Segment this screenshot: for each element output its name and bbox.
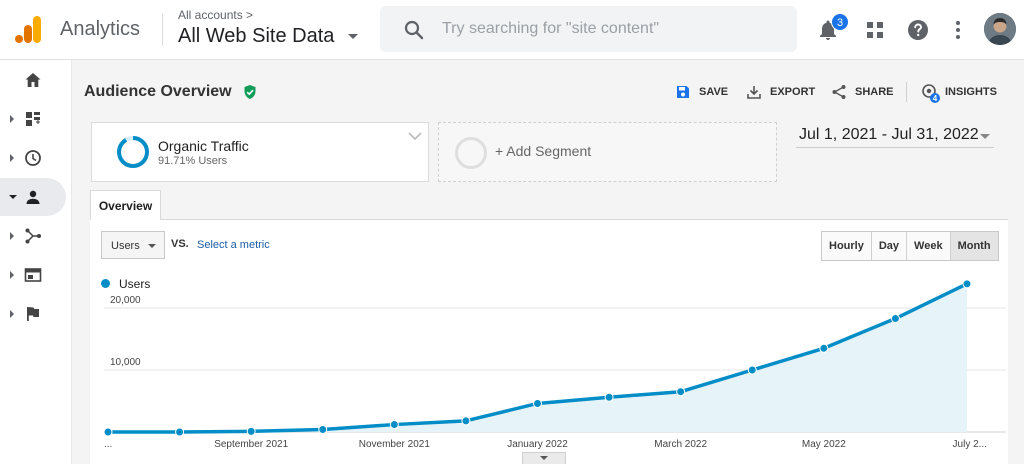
- clock-icon: [25, 150, 41, 166]
- chart-expand-handle[interactable]: [522, 452, 566, 464]
- search-input[interactable]: [442, 15, 782, 43]
- segment-share: 91.71% Users: [158, 155, 228, 167]
- metric-select[interactable]: Users: [101, 231, 165, 259]
- nav-item-behavior[interactable]: [0, 256, 66, 294]
- acquisition-icon: [25, 228, 41, 244]
- account-view-selector[interactable]: All Web Site Data: [178, 25, 334, 48]
- x-tick-label: July 2...: [953, 439, 987, 450]
- vs-label: VS.: [171, 238, 189, 250]
- data-point: [962, 279, 972, 289]
- data-point: [175, 427, 185, 437]
- notification-badge: 3: [831, 13, 849, 31]
- chevron-down-icon: [148, 244, 156, 248]
- granularity-week-button[interactable]: Week: [907, 232, 951, 260]
- select-metric-link[interactable]: Select a metric: [197, 239, 270, 251]
- segment-donut-icon: [117, 136, 149, 168]
- data-point: [604, 392, 614, 402]
- insights-icon: 4: [922, 84, 940, 103]
- save-icon: [677, 86, 689, 98]
- date-range-picker[interactable]: Jul 1, 2021 - Jul 31, 2022: [796, 124, 994, 148]
- insights-count: 4: [933, 94, 938, 103]
- granularity-hourly-button[interactable]: Hourly: [822, 232, 872, 260]
- data-point: [890, 314, 900, 324]
- x-tick-label: March 2022: [654, 439, 707, 450]
- data-point: [318, 425, 328, 435]
- share-label: SHARE: [855, 86, 894, 98]
- expand-arrow-icon: [10, 232, 14, 240]
- granularity-month-button[interactable]: Month: [950, 232, 998, 260]
- home-icon: [25, 73, 41, 87]
- expand-arrow-icon: [10, 310, 14, 318]
- segment-placeholder-icon: [455, 137, 487, 169]
- x-tick-label: September 2021: [214, 439, 288, 450]
- granularity-day-button[interactable]: Day: [872, 232, 908, 260]
- expand-arrow-icon: [10, 154, 14, 162]
- x-tick-label: November 2021: [359, 439, 431, 450]
- add-segment-label: + Add Segment: [495, 143, 592, 159]
- header-divider: [162, 14, 163, 46]
- chevron-down-icon: [980, 134, 990, 139]
- x-tick-label: ...: [104, 439, 112, 450]
- legend-label[interactable]: Users: [119, 277, 150, 291]
- save-label: SAVE: [699, 86, 729, 98]
- avatar[interactable]: [984, 13, 1016, 45]
- nav-item-audience[interactable]: [0, 178, 66, 216]
- chevron-down-icon[interactable]: [348, 34, 358, 39]
- granularity-toggle: Hourly Day Week Month: [821, 231, 999, 261]
- metric-select-value: Users: [111, 240, 140, 252]
- x-tick-label: May 2022: [802, 439, 846, 450]
- person-icon: [26, 190, 40, 204]
- dashboard-icon: [26, 112, 40, 126]
- search-bar[interactable]: [380, 6, 797, 52]
- apps-grid-icon[interactable]: [863, 18, 887, 42]
- search-icon[interactable]: [404, 20, 424, 40]
- nav-item-conversions[interactable]: [0, 295, 66, 333]
- avatar-image: [984, 13, 1016, 45]
- behavior-icon: [24, 268, 42, 282]
- toolbar-divider: [906, 82, 907, 102]
- collapse-arrow-icon: [9, 195, 17, 199]
- data-point: [747, 365, 757, 375]
- nav-item-home[interactable]: [0, 61, 66, 99]
- expand-arrow-icon: [10, 115, 14, 123]
- x-tick-label: January 2022: [507, 439, 568, 450]
- segment-name: Organic Traffic: [158, 138, 249, 154]
- top-bar: Analytics All accounts > All Web Site Da…: [0, 0, 1024, 60]
- insights-label: INSIGHTS: [945, 86, 997, 98]
- data-point: [676, 387, 686, 397]
- y-tick-label: 10,000: [110, 357, 141, 368]
- page-title: Audience Overview: [84, 83, 232, 100]
- chevron-down-icon: [540, 456, 548, 460]
- add-segment-button[interactable]: + Add Segment: [438, 122, 777, 182]
- data-point: [389, 420, 399, 430]
- data-point: [819, 343, 829, 353]
- download-icon: [747, 86, 761, 99]
- nav-item-customization[interactable]: [0, 100, 66, 138]
- y-tick-label: 20,000: [110, 295, 141, 306]
- left-nav: [0, 60, 72, 464]
- brand-name: Analytics: [60, 18, 141, 40]
- verified-shield-icon: [244, 85, 256, 99]
- analytics-logo-icon[interactable]: [14, 14, 42, 44]
- chevron-down-icon[interactable]: [408, 131, 422, 141]
- legend-marker: [101, 279, 110, 288]
- more-vert-icon[interactable]: [946, 18, 970, 42]
- data-point: [103, 427, 113, 437]
- share-icon: [832, 85, 846, 99]
- date-range-label: Jul 1, 2021 - Jul 31, 2022: [799, 126, 979, 143]
- help-icon[interactable]: [906, 18, 930, 42]
- nav-item-acquisition[interactable]: [0, 217, 66, 255]
- export-label: EXPORT: [770, 86, 816, 98]
- data-point: [461, 416, 471, 426]
- flag-icon: [27, 307, 39, 321]
- data-point: [246, 426, 256, 436]
- segment-card-organic-traffic[interactable]: Organic Traffic 91.71% Users: [91, 122, 429, 182]
- nav-item-realtime[interactable]: [0, 139, 66, 177]
- account-breadcrumb[interactable]: All accounts >: [178, 8, 253, 22]
- data-point: [533, 398, 542, 408]
- tab-overview[interactable]: Overview: [90, 190, 161, 220]
- expand-arrow-icon: [10, 271, 14, 279]
